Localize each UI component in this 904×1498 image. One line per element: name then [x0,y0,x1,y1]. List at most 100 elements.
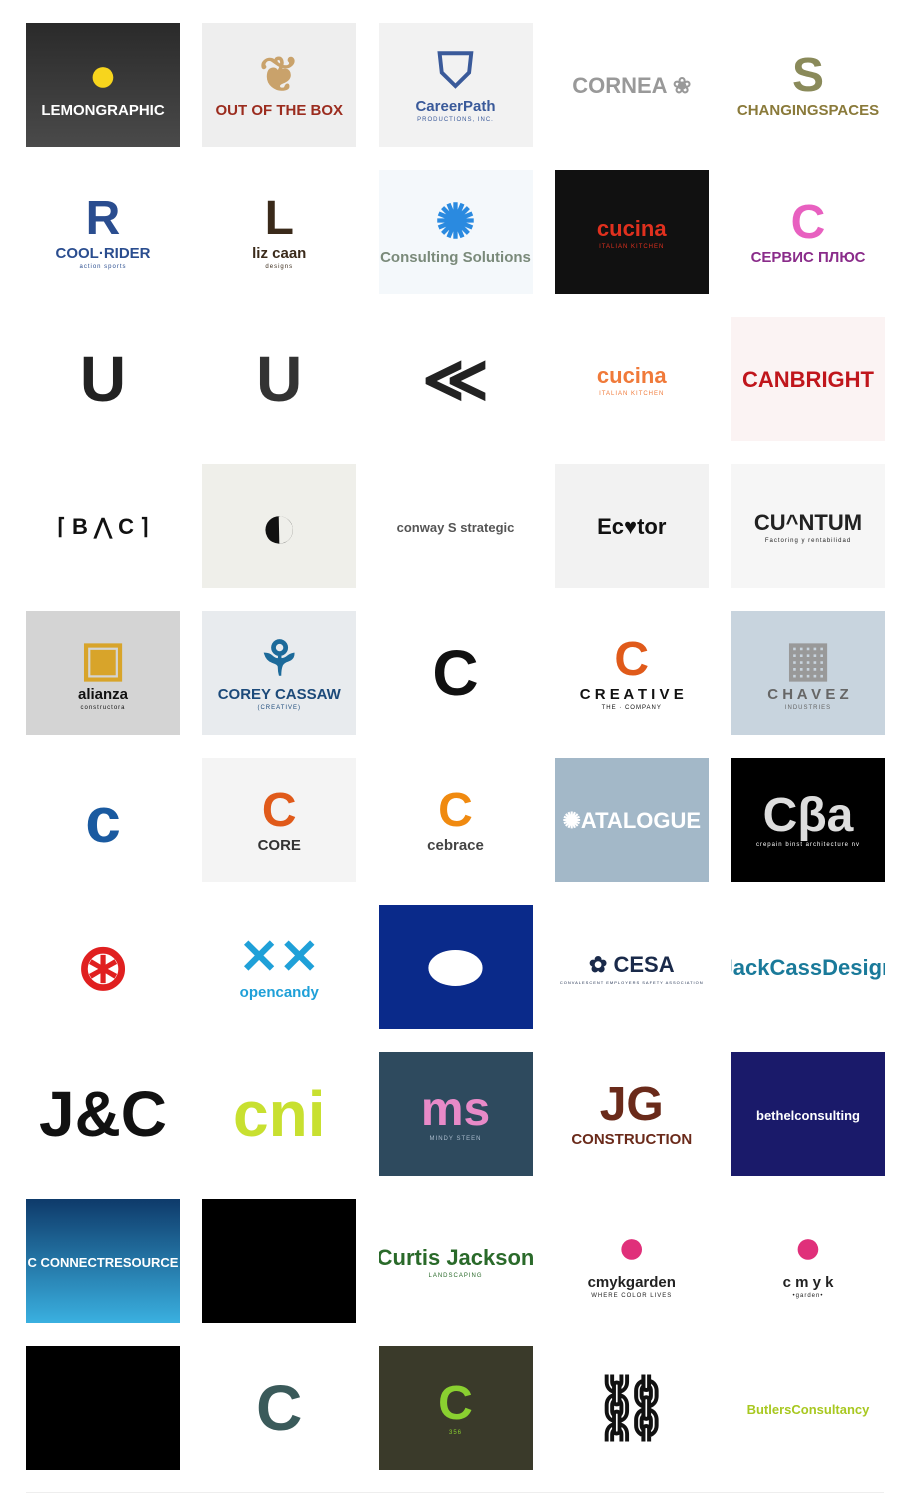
logo-tile-curtis-jackson[interactable]: Curtis Jackson LANDSCAPING [378,1199,533,1323]
logo-mark-icon: L [264,191,294,245]
logo-subtext: THE · COMPANY [601,704,662,711]
logo-mark-icon: C [790,195,826,249]
logo-tile-c356[interactable]: C 356 [378,1346,533,1470]
logo-tile-consulting-solutions[interactable]: ✺ Consulting Solutions [378,170,533,294]
logo-text: C CONNECTRESOURCE [27,1254,179,1270]
logo-text: cucina [596,216,667,241]
logo-subtext: action sports [79,263,127,270]
logo-text: ⌈ B ⋀ C ⌉ [57,514,149,539]
logo-text: CareerPath [415,97,496,115]
logo-subtext: •garden• [792,1292,824,1299]
logo-mark-icon: C [438,783,473,837]
logo-mark-icon: ❦ [259,48,300,102]
logo-tile-changingspaces[interactable]: S CHANGINGSPACES [731,23,885,147]
logo-tile-cuantum[interactable]: CU^NTUM Factoring y rentabilidad [731,464,885,588]
logo-tile-jackcassdesign[interactable]: JackCassDesign [731,905,885,1029]
logo-mark-icon: ◐ [259,490,299,562]
logo-subtext: MINDY STEEN [429,1136,482,1142]
logo-tile-the-creative-company[interactable]: CC R E A T I V E THE · COMPANY [554,611,709,735]
logo-tile-connectresource[interactable]: C CONNECTRESOURCE [26,1199,180,1323]
logo-text: CU^NTUM [753,510,863,535]
logo-text: ✺ATALOGUE [562,808,702,833]
logo-tile-liz-caan-designs[interactable]: Lliz caan designs [202,170,357,294]
logo-tile-core[interactable]: C CORE [202,758,357,882]
logo-tile-cornea[interactable]: CORNEA ❀ [554,23,709,147]
logo-tile-cebrace[interactable]: Ccebrace [378,758,533,882]
logo-mark-icon: C [438,1377,473,1430]
logo-text: liz caan [252,244,307,262]
logo-tile-u-mark-2[interactable]: U [202,317,357,441]
logo-tile-moon-mark[interactable]: ◐ [202,464,357,588]
logo-tile-cni[interactable]: cni [202,1052,357,1176]
logo-tile-ecator[interactable]: Ec♥tor [554,464,709,588]
logo-tile-corey-cassaw[interactable]: ⚘ COREY CASSAW (CREATIVE) [202,611,357,735]
logo-subtext: INDUSTRIES [784,704,832,711]
logo-tile-butlersconsultancy[interactable]: ButlersConsultancy [731,1346,885,1470]
logo-text: c m y k [782,1273,834,1291]
logo-text: cucina [596,363,667,388]
logo-text: CORE [257,836,301,854]
logo-text: COOL·RIDER [55,244,151,262]
logo-tile-alianza-constructora[interactable]: ▣ alianza constructora [26,611,180,735]
logo-subtext: (CREATIVE) [257,704,302,711]
logo-tile-conway-strategic[interactable]: conway S strategic [378,464,533,588]
logo-tile-out-of-the-box[interactable]: ❦ OUT OF THE BOX [202,23,357,147]
logo-subtext: PRODUCTIONS, INC. [417,116,494,123]
logo-mark-icon: cni [233,1078,326,1150]
logo-text: LEMONGRAPHIC [41,101,165,119]
logo-subtext: CONVALESCENT EMPLOYERS SAFETY ASSOCIATIO… [559,979,704,985]
logo-tile-servis-plyus[interactable]: C СЕРВИС ПЛЮС [731,170,885,294]
logo-text: bethelconsulting [756,1107,860,1123]
logo-text: CHANGINGSPACES [736,101,880,119]
logo-tile-j-and-c[interactable]: J&C [26,1052,180,1176]
logo-subtext: 356 [448,1430,462,1436]
logo-tile-cool-rider[interactable]: R COOL·RIDER action sports [26,170,180,294]
logo-tile-mindy-steen[interactable]: ms MINDY STEEN [378,1052,533,1176]
logo-mark-icon: ● [793,1220,823,1274]
logo-tile-careerpath[interactable]: ⛉ CareerPath PRODUCTIONS, INC. [378,23,533,147]
logo-tile-black-tile-2[interactable] [26,1346,180,1470]
logo-text: conway S strategic [396,519,515,535]
logo-tile-red-circle-mark[interactable]: ⊛ [26,905,180,1029]
divider [26,1492,884,1493]
logo-text: C R E A T I V E [579,685,684,703]
logo-tile-cmykgarden[interactable]: ● cmykgarden WHERE COLOR LIVES [554,1199,709,1323]
logo-subtext: constructora [80,704,126,711]
logo-tile-chevron-mark[interactable]: ≪ [378,317,533,441]
logo-tile-chavez-industries[interactable]: ▦ C H A V E Z INDUSTRIES [731,611,885,735]
logo-tile-bc-glasses[interactable]: ⌈ B ⋀ C ⌉ [26,464,180,588]
logo-text: cebrace [427,836,484,854]
logo-subtext: crepain binst architecture nv [755,842,861,848]
logo-tile-cucina-italian-kitchen[interactable]: cucina ITALIAN KITCHEN [554,170,709,294]
logo-mark-icon: c [85,784,121,856]
logo-tile-opencandy[interactable]: ✕✕ opencandy [202,905,357,1029]
logo-mark-icon: C [256,1372,303,1444]
logo-mark-icon: C [432,637,479,709]
logo-tile-c-swoosh[interactable]: C [378,611,533,735]
logo-tile-blue-c[interactable]: c [26,758,180,882]
logo-mark-icon: J&C [38,1078,168,1150]
logo-tile-blue-c-disc[interactable]: ⬬ [378,905,533,1029]
logo-tile-c-arrow[interactable]: C [202,1346,357,1470]
logo-tile-jg-construction[interactable]: JG CONSTRUCTION [554,1052,709,1176]
logo-mark-icon: U [79,343,127,415]
logo-tile-chains-lock[interactable]: ⛓ [554,1346,709,1470]
logo-mark-icon: ⛓ [591,1372,673,1444]
logo-tile-canbright[interactable]: CANBRIGHT [731,317,885,441]
logo-text: Curtis Jackson [378,1245,533,1270]
logo-tile-bethelconsulting[interactable]: bethelconsulting [731,1052,885,1176]
logo-mark-icon: JG [599,1077,664,1131]
logo-mark-icon: Cβa [762,789,854,842]
logo-text: ✿ CESA [588,951,675,977]
logo-tile-cucina-ornament[interactable]: cucina ITALIAN KITCHEN [554,317,709,441]
logo-text: OUT OF THE BOX [215,101,344,119]
logo-tile-cmyk-garden[interactable]: ● c m y k •garden• [731,1199,885,1323]
logo-tile-black-tile-1[interactable] [202,1199,357,1323]
logo-subtext: ITALIAN KITCHEN [599,244,665,250]
logo-tile-crepain-binst[interactable]: Cβa crepain binst architecture nv [731,758,885,882]
logo-text: JackCassDesign [731,955,885,980]
logo-tile-u-mark-1[interactable]: U [26,317,180,441]
logo-tile-catalogue[interactable]: ✺ATALOGUE [554,758,709,882]
logo-tile-lemongraphic[interactable]: ● LEMONGRAPHIC [26,23,180,147]
logo-tile-cesa[interactable]: ✿ CESA CONVALESCENT EMPLOYERS SAFETY ASSO… [554,905,709,1029]
